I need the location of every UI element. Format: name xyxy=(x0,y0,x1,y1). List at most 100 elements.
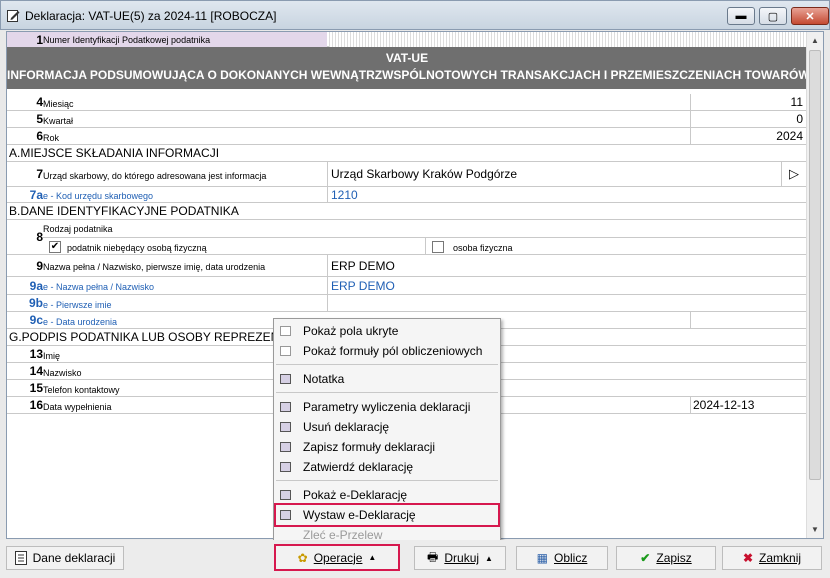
menu-item-show-hidden-fields[interactable]: Pokaż pola ukryte xyxy=(274,321,500,341)
menu-item-delete-declaration[interactable]: Usuń deklarację xyxy=(274,417,500,437)
scroll-thumb[interactable] xyxy=(809,50,821,480)
year-field[interactable]: 2024 xyxy=(776,129,803,143)
row-month: 4 Miesiąc 11 xyxy=(7,94,807,111)
chevron-up-icon: ▲ xyxy=(485,553,493,563)
minimize-icon: ▬ xyxy=(735,10,747,22)
tax-office-picker-button[interactable]: ▷ xyxy=(781,166,807,182)
row-label: Rodzaj podatnika xyxy=(43,224,113,234)
menu-separator xyxy=(276,392,498,393)
button-label: Oblicz xyxy=(554,551,588,565)
print-button[interactable]: 🖶 Drukuj ▲ xyxy=(414,546,506,570)
banner-subtitle: INFORMACJA PODSUMOWUJĄCA O DOKONANYCH WE… xyxy=(7,68,824,82)
minimize-button[interactable]: ▬ xyxy=(727,7,755,25)
row-number: 14 xyxy=(29,364,43,378)
menu-item-save-formulas[interactable]: Zapisz formuły deklaracji xyxy=(274,437,500,457)
button-label: Drukuj xyxy=(444,551,480,565)
quarter-field[interactable]: 0 xyxy=(796,112,803,126)
maximize-button[interactable]: ▢ xyxy=(759,7,787,25)
printer-icon: 🖶 xyxy=(427,549,439,564)
close-button[interactable]: ✕ xyxy=(791,7,829,25)
maximize-icon: ▢ xyxy=(767,10,779,23)
vertical-scrollbar[interactable]: ▲ ▼ xyxy=(806,32,823,538)
section-a-title: A.MIEJSCE SKŁADANIA INFORMACJI xyxy=(7,145,807,162)
menu-item-icon xyxy=(280,442,291,452)
form-banner: VAT-UE INFORMACJA PODSUMOWUJĄCA O DOKONA… xyxy=(7,47,824,89)
menu-item-issue-e-declaration[interactable]: Wystaw e-Deklarację xyxy=(274,503,500,527)
menu-item-icon xyxy=(280,462,291,472)
row-label: e - Kod urzędu skarbowego xyxy=(43,191,154,201)
button-label: Dane deklaracji xyxy=(32,551,116,565)
save-button[interactable]: ✔ Zapisz xyxy=(616,546,716,570)
row-taxpayer-type: 8 Rodzaj podatnika ✔ podatnik niebędący … xyxy=(7,220,807,255)
row-number: 8 xyxy=(36,230,43,244)
row-number: 7 xyxy=(36,167,43,181)
nip-field[interactable] xyxy=(329,32,807,47)
row-number: 4 xyxy=(36,95,43,109)
row-label: Nazwisko xyxy=(43,368,82,378)
row-label: Kwartał xyxy=(43,116,74,126)
chevron-up-icon: ▲ xyxy=(368,553,377,562)
operations-menu: Pokaż pola ukryte Pokaż formuły pól obli… xyxy=(273,318,501,546)
banner-title: VAT-UE xyxy=(385,51,429,65)
fill-date-field[interactable]: 2024-12-13 xyxy=(693,398,754,412)
row-e-first-name: 9b e - Pierwsze imie xyxy=(7,295,807,312)
row-number: 9a xyxy=(29,279,43,293)
row-label: e - Nazwa pełna / Nazwisko xyxy=(43,282,155,292)
scroll-down-icon[interactable]: ▼ xyxy=(807,521,823,538)
row-number: 15 xyxy=(29,381,43,395)
row-label: Imię xyxy=(43,351,61,361)
row-label: Numer Identyfikacji Podatkowej podatnika xyxy=(43,35,211,45)
button-label: Operacje xyxy=(313,550,363,565)
gear-icon: ✿ xyxy=(297,550,308,565)
close-icon: ✕ xyxy=(805,10,815,23)
scroll-up-icon[interactable]: ▲ xyxy=(807,32,823,49)
row-number: 6 xyxy=(36,129,43,143)
menu-item-icon xyxy=(280,422,291,432)
natural-person-checkbox[interactable] xyxy=(432,241,444,253)
full-name-field[interactable]: ERP DEMO xyxy=(331,259,395,273)
menu-item-label: Notatka xyxy=(303,372,345,386)
operations-button[interactable]: ✿ Operacje ▲ xyxy=(274,544,400,571)
row-label: e - Data urodzenia xyxy=(43,317,118,327)
tax-office-code-field[interactable]: 1210 xyxy=(331,188,358,202)
row-label: e - Pierwsze imie xyxy=(43,300,112,310)
row-label: Nazwa pełna / Nazwisko, pierwsze imię, d… xyxy=(43,262,266,272)
menu-item-label: Parametry wyliczenia deklaracji xyxy=(303,400,471,414)
menu-item-approve-declaration[interactable]: Zatwierdź deklarację xyxy=(274,457,500,477)
e-full-name-field[interactable]: ERP DEMO xyxy=(331,279,395,293)
menu-item-label: Pokaż pola ukryte xyxy=(303,324,399,338)
menu-item-label: Zapisz formuły deklaracji xyxy=(303,440,436,454)
menu-item-calc-params[interactable]: Parametry wyliczenia deklaracji xyxy=(274,397,500,417)
checkbox-label: osoba fizyczna xyxy=(453,243,513,253)
row-e-full-name: 9a e - Nazwa pełna / Nazwisko ERP DEMO xyxy=(7,277,807,295)
row-label: Urząd skarbowy, do którego adresowana je… xyxy=(43,171,267,181)
row-full-name: 9 Nazwa pełna / Nazwisko, pierwsze imię,… xyxy=(7,255,807,277)
menu-item-icon xyxy=(280,402,291,412)
menu-item-label: Zatwierdź deklarację xyxy=(303,460,414,474)
row-label: Telefon kontaktowy xyxy=(43,385,120,395)
checkbox-label: podatnik niebędący osobą fizyczną xyxy=(67,243,207,253)
calculate-button[interactable]: ▦ Oblicz xyxy=(516,546,608,570)
row-number: 5 xyxy=(36,112,43,126)
row-number: 1 xyxy=(36,33,43,47)
month-field[interactable]: 11 xyxy=(791,95,803,109)
non-natural-person-checkbox[interactable]: ✔ xyxy=(49,241,61,253)
row-year: 6 Rok 2024 xyxy=(7,128,807,145)
row-quarter: 5 Kwartał 0 xyxy=(7,111,807,128)
menu-separator xyxy=(276,480,498,481)
close-window-button[interactable]: ✖ Zamknij xyxy=(722,546,822,570)
title-bar: Deklaracja: VAT-UE(5) za 2024-11 [ROBOCZ… xyxy=(0,0,830,30)
row-label: Rok xyxy=(43,133,60,143)
button-label: Zamknij xyxy=(759,551,802,565)
menu-item-show-e-declaration[interactable]: Pokaż e-Deklarację xyxy=(274,485,500,505)
menu-item-icon xyxy=(280,374,291,384)
row-number: 9 xyxy=(36,259,43,273)
tax-office-field[interactable]: Urząd Skarbowy Kraków Podgórze xyxy=(331,167,517,181)
declaration-data-button[interactable]: Dane deklaracji xyxy=(6,546,124,570)
menu-item-label: Usuń deklarację xyxy=(303,420,390,434)
menu-item-show-formulas[interactable]: Pokaż formuły pól obliczeniowych xyxy=(274,341,500,361)
menu-item-note[interactable]: Notatka xyxy=(274,369,500,389)
window-title: Deklaracja: VAT-UE(5) za 2024-11 [ROBOCZ… xyxy=(25,9,277,23)
edit-document-icon xyxy=(7,10,20,22)
checkbox-icon xyxy=(280,346,291,356)
